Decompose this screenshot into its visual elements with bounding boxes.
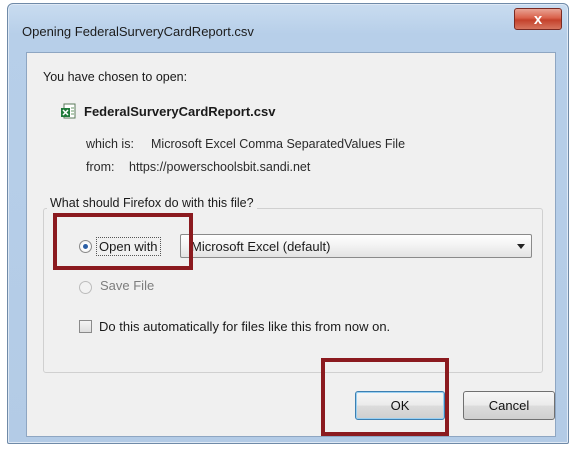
cancel-button[interactable]: Cancel bbox=[463, 391, 555, 420]
ok-highlight-box bbox=[321, 358, 449, 436]
file-name: FederalSurveryCardReport.csv bbox=[84, 104, 276, 119]
auto-action-label[interactable]: Do this automatically for files like thi… bbox=[99, 319, 390, 334]
auto-action-checkbox[interactable] bbox=[79, 320, 92, 333]
chevron-down-icon[interactable] bbox=[517, 244, 525, 249]
csv-file-icon bbox=[61, 103, 76, 119]
open-with-highlight-box bbox=[53, 213, 193, 270]
which-is-label: which is: bbox=[86, 137, 134, 151]
save-file-label[interactable]: Save File bbox=[100, 278, 154, 293]
intro-text: You have chosen to open: bbox=[43, 70, 188, 84]
file-type-value: Microsoft Excel Comma SeparatedValues Fi… bbox=[151, 137, 406, 151]
source-url-value: https://powerschoolsbit.sandi.net bbox=[129, 160, 311, 174]
title-bar[interactable]: Opening FederalSurveryCardReport.csv x bbox=[8, 4, 568, 44]
save-file-radio[interactable] bbox=[79, 281, 92, 294]
action-group-title: What should Firefox do with this file? bbox=[47, 196, 257, 210]
application-select-value: Microsoft Excel (default) bbox=[191, 239, 331, 254]
close-icon: x bbox=[533, 10, 543, 28]
close-button[interactable]: x bbox=[514, 8, 562, 30]
from-label: from: bbox=[86, 160, 115, 174]
application-select[interactable]: Microsoft Excel (default) bbox=[180, 234, 532, 258]
window-title: Opening FederalSurveryCardReport.csv bbox=[22, 24, 254, 39]
